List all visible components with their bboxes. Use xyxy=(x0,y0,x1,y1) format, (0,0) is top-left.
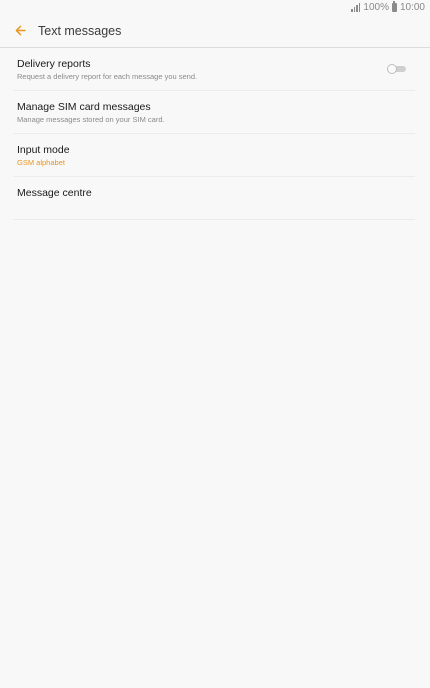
setting-title: Manage SIM card messages xyxy=(17,101,151,113)
setting-title: Delivery reports xyxy=(17,58,91,70)
settings-list: Delivery reports Request a delivery repo… xyxy=(13,48,415,220)
clock: 10:00 xyxy=(399,1,425,13)
setting-summary: Request a delivery report for each messa… xyxy=(17,72,198,81)
battery-percent: 100% xyxy=(363,1,389,13)
signal-icon xyxy=(351,2,361,12)
setting-input-mode[interactable]: Input mode GSM alphabet xyxy=(13,134,415,177)
setting-delivery-reports[interactable]: Delivery reports Request a delivery repo… xyxy=(13,48,415,91)
setting-manage-sim-card-messages[interactable]: Manage SIM card messages Manage messages… xyxy=(13,91,415,134)
status-bar: 100% 10:00 xyxy=(0,0,430,14)
toggle-thumb xyxy=(387,64,397,74)
back-button[interactable] xyxy=(8,19,32,43)
setting-title: Input mode xyxy=(17,144,70,156)
setting-value: GSM alphabet xyxy=(17,158,65,167)
battery-icon xyxy=(391,1,397,12)
setting-message-centre[interactable]: Message centre xyxy=(13,177,415,220)
setting-title: Message centre xyxy=(17,187,92,199)
delivery-reports-toggle[interactable] xyxy=(387,64,407,74)
app-bar: Text messages xyxy=(0,14,430,48)
setting-summary: Manage messages stored on your SIM card. xyxy=(17,115,165,124)
arrow-left-icon xyxy=(15,25,26,36)
page-title: Text messages xyxy=(38,23,122,38)
